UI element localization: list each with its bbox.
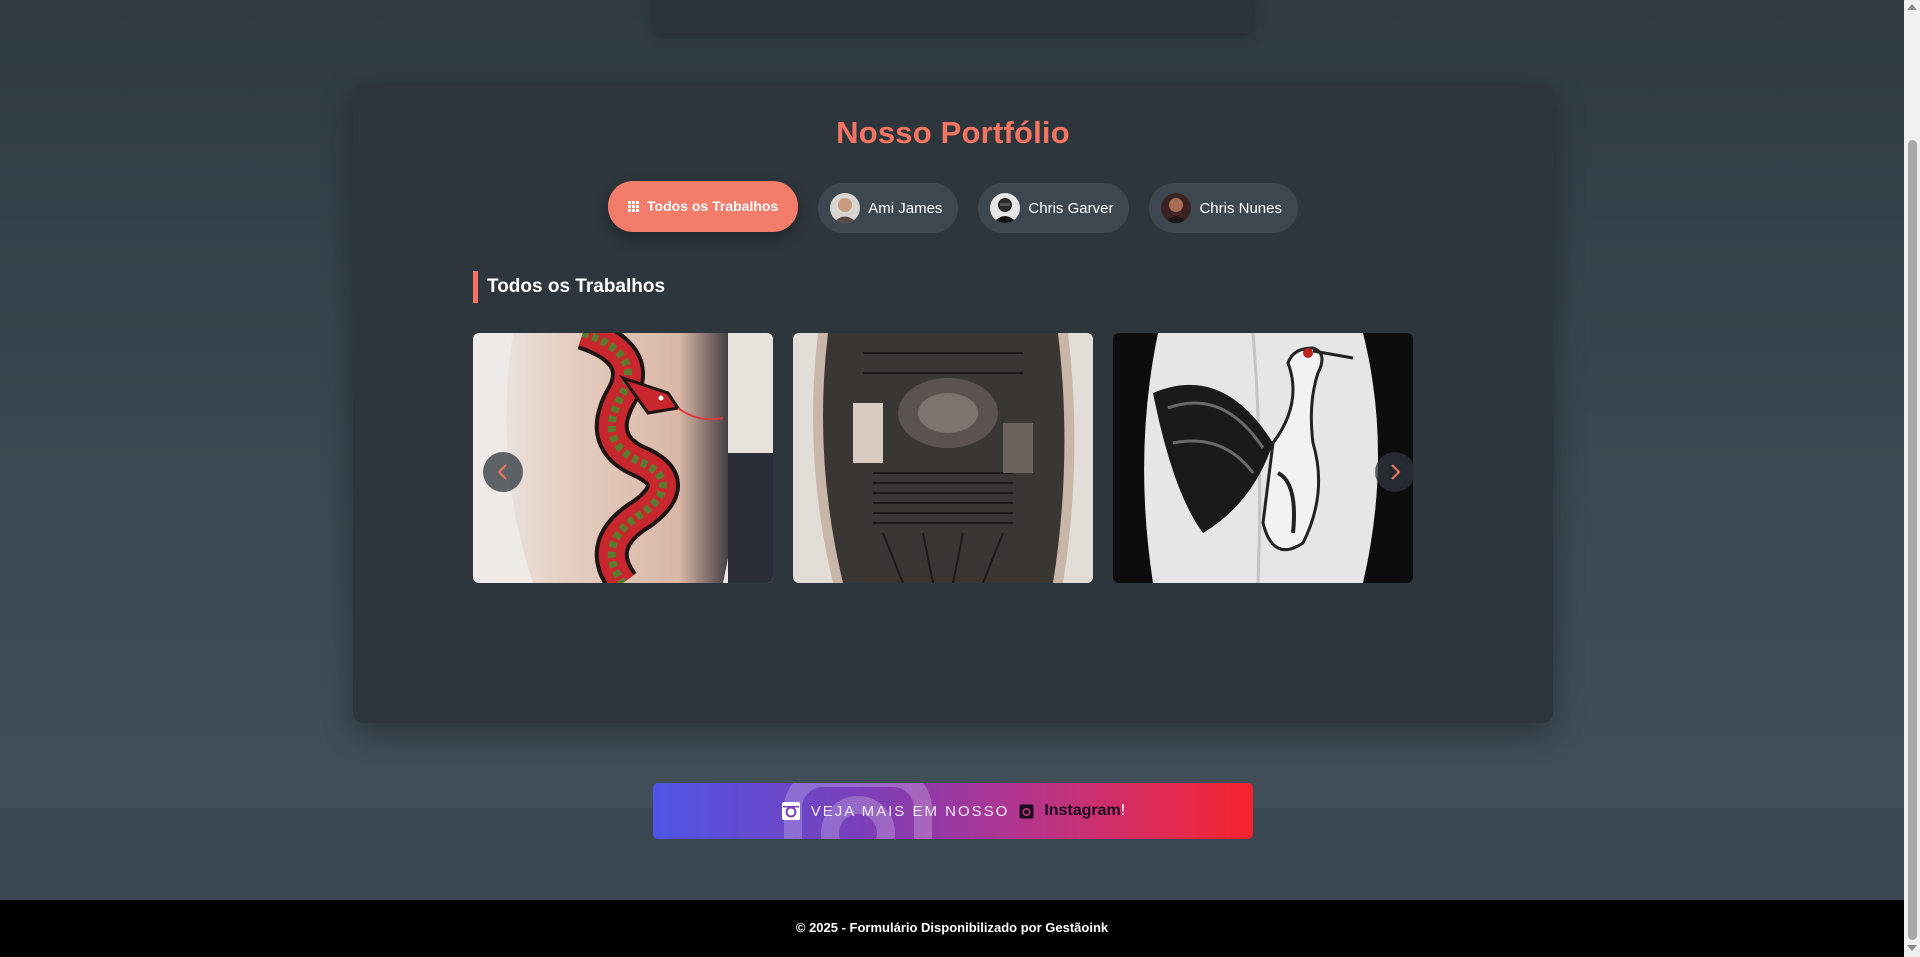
portfolio-title: Nosso Portfólio bbox=[836, 115, 1070, 150]
instagram-cta-name: Instagram bbox=[1044, 802, 1121, 819]
instagram-cta-suffix: ! bbox=[1120, 802, 1126, 819]
filter-label: Todos os Trabalhos bbox=[647, 198, 779, 214]
filter-label: Chris Nunes bbox=[1199, 199, 1282, 217]
carousel-prev-button[interactable] bbox=[483, 452, 523, 492]
avatar bbox=[990, 193, 1021, 223]
footer: © 2025 - Formulário Disponibilizado por … bbox=[0, 900, 1904, 957]
artist-filters: Todos os Trabalhos Ami James Chris Garve… bbox=[353, 180, 1553, 233]
page-scrollbar[interactable] bbox=[1904, 0, 1920, 957]
instagram-icon bbox=[1019, 804, 1034, 818]
gallery-item-crane-back-tattoo[interactable] bbox=[1113, 333, 1413, 583]
grid-icon bbox=[628, 200, 640, 212]
instagram-cta-prefix: VEJA MAIS EM NOSSO bbox=[810, 802, 1010, 820]
portfolio-section: Nosso Portfólio Todos os Trabalhos Ami J… bbox=[353, 83, 1553, 723]
instagram-icon bbox=[781, 802, 800, 820]
portfolio-carousel bbox=[473, 333, 1415, 583]
filter-chris-garver-button[interactable]: Chris Garver bbox=[978, 183, 1130, 233]
gallery-heading: Todos os Trabalhos bbox=[473, 271, 665, 303]
gallery-item-samurai-tattoo[interactable] bbox=[793, 333, 1093, 583]
instagram-cta-button[interactable]: VEJA MAIS EM NOSSO Instagram ! bbox=[653, 783, 1253, 839]
avatar bbox=[830, 193, 861, 223]
scroll-thumb[interactable] bbox=[1908, 140, 1917, 940]
scroll-up-icon[interactable] bbox=[1907, 4, 1917, 10]
filter-ami-james-button[interactable]: Ami James bbox=[818, 183, 959, 233]
chevron-left-icon bbox=[497, 464, 507, 480]
scroll-down-icon[interactable] bbox=[1907, 945, 1917, 951]
avatar bbox=[1161, 193, 1192, 223]
filter-all-works-button[interactable]: Todos os Trabalhos bbox=[608, 180, 799, 232]
carousel-next-button[interactable] bbox=[1375, 452, 1415, 492]
filter-label: Ami James bbox=[868, 199, 943, 217]
filter-chris-nunes-button[interactable]: Chris Nunes bbox=[1149, 183, 1298, 233]
footer-copyright: © 2025 - Formulário Disponibilizado por … bbox=[795, 920, 1109, 935]
filter-label: Chris Garver bbox=[1028, 199, 1114, 217]
previous-section-card bbox=[653, 0, 1253, 33]
chevron-right-icon bbox=[1391, 464, 1401, 480]
